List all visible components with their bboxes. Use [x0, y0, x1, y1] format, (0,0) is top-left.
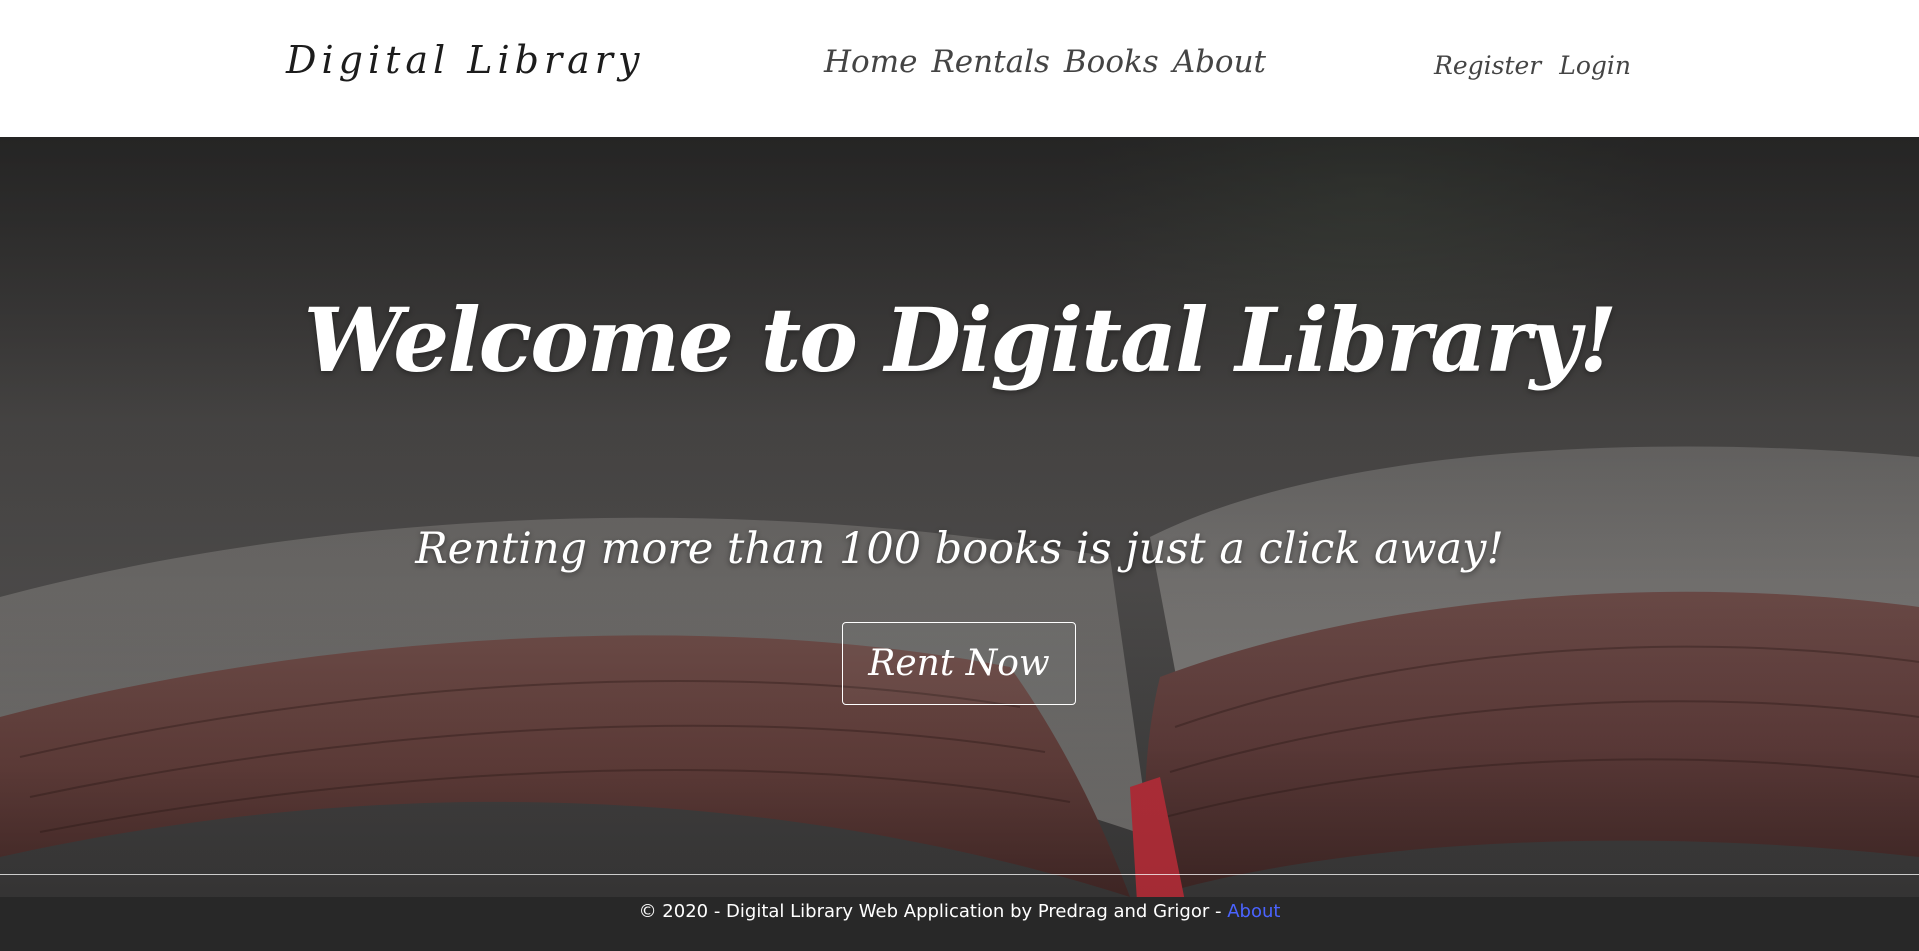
footer-copyright-text: © 2020 - Digital Library Web Application… — [638, 901, 1228, 922]
footer-about-link[interactable]: About — [1227, 901, 1280, 922]
footer-divider — [0, 874, 1919, 875]
auth-nav: Register Login — [1434, 51, 1631, 80]
main-nav: Home Rentals Books About — [824, 44, 1266, 80]
register-link[interactable]: Register — [1434, 51, 1541, 80]
login-link[interactable]: Login — [1559, 51, 1631, 80]
nav-link-rentals[interactable]: Rentals — [931, 44, 1049, 80]
nav-link-about[interactable]: About — [1173, 44, 1266, 80]
nav-link-books[interactable]: Books — [1064, 44, 1159, 80]
top-navbar: Digital Library Home Rentals Books About… — [0, 0, 1919, 137]
page: Digital Library Home Rentals Books About… — [0, 0, 1919, 951]
footer: © 2020 - Digital Library Web Application… — [0, 901, 1919, 922]
hero-title: Welcome to Digital Library! — [303, 287, 1618, 392]
rent-now-button[interactable]: Rent Now — [842, 622, 1076, 705]
brand-logo-link[interactable]: Digital Library — [286, 38, 644, 82]
hero-section: Welcome to Digital Library! Renting more… — [0, 137, 1919, 951]
nav-link-home[interactable]: Home — [824, 44, 917, 80]
hero-subtitle: Renting more than 100 books is just a cl… — [415, 524, 1504, 574]
